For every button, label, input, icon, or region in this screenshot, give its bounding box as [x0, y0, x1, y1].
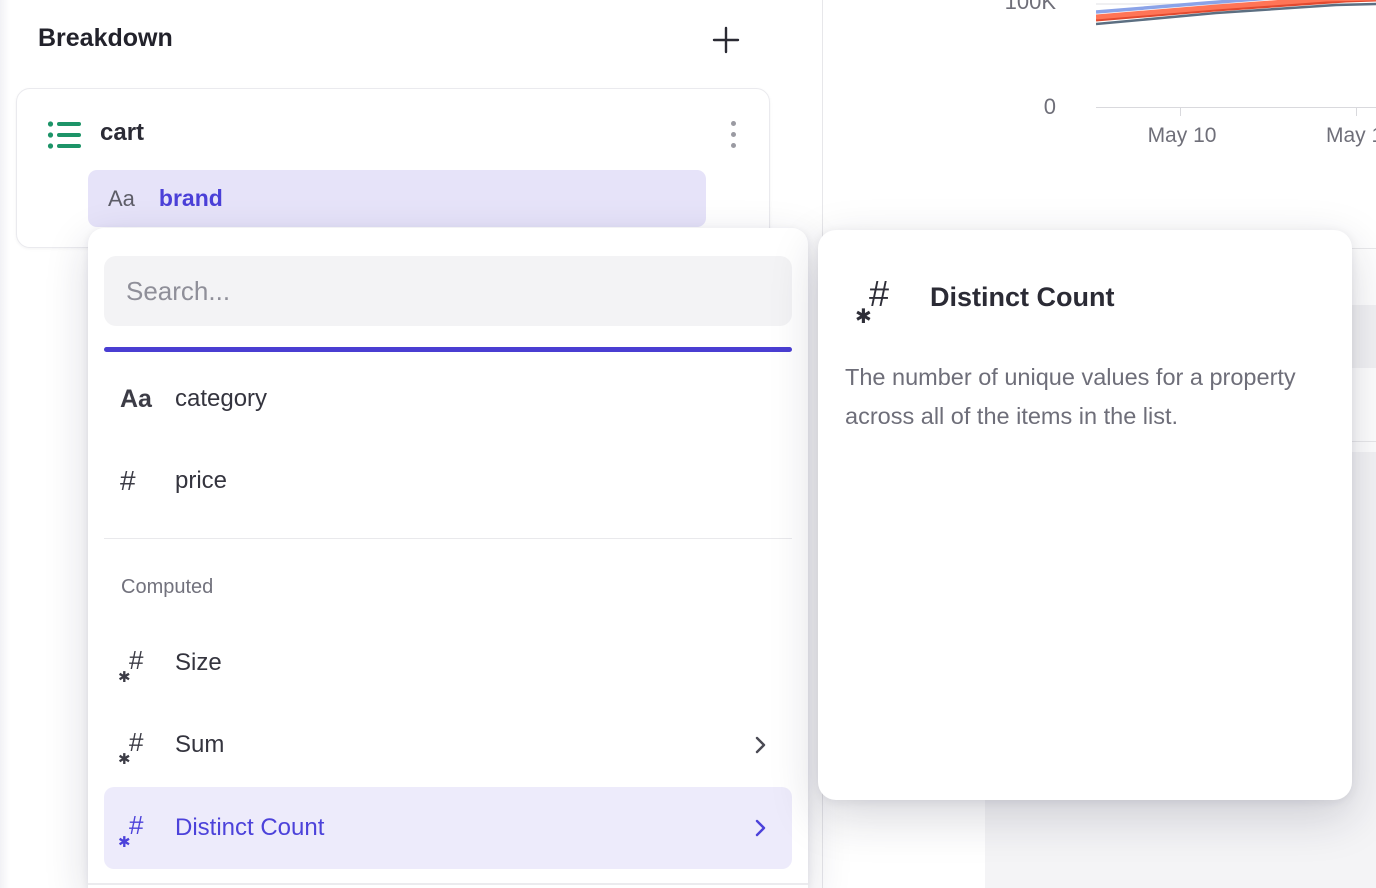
- app-screen: 100K 0 May 10 May 1 Breakdown cart: [0, 0, 1376, 888]
- add-breakdown-button[interactable]: [704, 18, 748, 62]
- property-description-tooltip: # ✱ Distinct Count The number of unique …: [818, 230, 1352, 800]
- computed-number-icon: # ✱: [120, 727, 156, 763]
- dropdown-item-category[interactable]: Aa category: [104, 358, 792, 440]
- group-name: cart: [100, 119, 144, 147]
- list-property-icon: [47, 119, 83, 151]
- line-chart-series: [1096, 0, 1376, 52]
- number-type-icon: #: [120, 465, 136, 497]
- submenu-chevron-icon: [755, 736, 766, 754]
- page-edge-shading: [0, 0, 10, 888]
- dropdown-item-distinct-count[interactable]: # ✱ Distinct Count: [104, 787, 792, 869]
- dropdown-item-sum[interactable]: # ✱ Sum: [104, 704, 792, 786]
- property-dropdown: Aa category # price Computed # ✱ Size # …: [88, 228, 808, 888]
- chart-y-tick-0: 0: [986, 94, 1056, 120]
- text-type-icon: Aa: [120, 385, 152, 414]
- dropdown-item-size[interactable]: # ✱ Size: [104, 622, 792, 704]
- breakdown-title: Breakdown: [38, 24, 173, 53]
- dropdown-item-label: Distinct Count: [175, 814, 324, 842]
- chart-y-tick-100k: 100K: [986, 0, 1056, 15]
- tooltip-title: Distinct Count: [930, 282, 1114, 313]
- dropdown-item-price[interactable]: # price: [104, 440, 792, 522]
- tooltip-description: The number of unique values for a proper…: [845, 358, 1335, 436]
- computed-number-icon: # ✱: [120, 810, 156, 846]
- kebab-dot: [731, 132, 736, 137]
- dropdown-divider: [104, 538, 792, 539]
- chart-x-tick-may10: May 10: [1132, 124, 1232, 148]
- kebab-dot: [731, 143, 736, 148]
- group-menu-button[interactable]: [720, 109, 746, 159]
- text-property-icon: Aa: [108, 186, 135, 212]
- dropdown-item-label: category: [175, 385, 267, 413]
- chart-x-tick-mark-2: [1356, 108, 1357, 116]
- kebab-dot: [731, 121, 736, 126]
- selected-property-pill[interactable]: Aa brand: [88, 170, 706, 227]
- computed-number-icon: # ✱: [120, 645, 156, 681]
- computed-section-label: Computed: [121, 576, 213, 599]
- chart-x-tick-may1: May 1: [1326, 124, 1376, 148]
- dropdown-item-label: Sum: [175, 731, 224, 759]
- computed-number-icon: # ✱: [856, 272, 904, 324]
- selected-property-label: brand: [159, 185, 223, 212]
- chart-x-axis: [1096, 107, 1376, 108]
- dropdown-item-label: Size: [175, 649, 222, 677]
- active-tab-indicator: [104, 347, 792, 352]
- chart-x-tick-mark-1: [1180, 108, 1181, 116]
- dropdown-bottom-border: [88, 883, 808, 885]
- dropdown-item-label: price: [175, 467, 227, 495]
- plus-icon: [710, 24, 742, 56]
- search-input[interactable]: [104, 256, 792, 326]
- submenu-chevron-icon: [755, 819, 766, 837]
